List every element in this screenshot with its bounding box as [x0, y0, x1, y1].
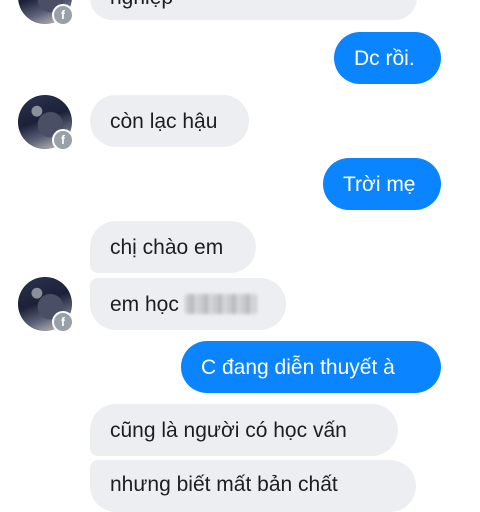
message-text: chị chào em — [110, 235, 224, 259]
message-text: Trời mẹ — [343, 172, 416, 196]
incoming-message-bubble[interactable]: nghiệp — [90, 0, 417, 20]
message-text: còn lạc hậu — [110, 109, 218, 133]
facebook-badge-icon: f — [52, 129, 74, 151]
message-text: nhưng biết mất bản chất — [110, 473, 338, 496]
incoming-message-bubble[interactable]: cũng là người có học vấn — [90, 404, 398, 456]
incoming-message-bubble[interactable]: nhưng biết mất bản chất — [90, 460, 416, 512]
outgoing-message-bubble[interactable]: Dc rồi. — [334, 32, 441, 84]
sender-avatar[interactable]: f — [18, 277, 74, 333]
incoming-message-bubble[interactable]: còn lạc hậu — [90, 95, 249, 147]
message-thread: f nghiệp Dc rồi. f còn lạc hậu Trời mẹ c… — [0, 0, 480, 512]
outgoing-message-bubble[interactable]: C đang diễn thuyết à — [181, 341, 441, 393]
sender-avatar[interactable]: f — [18, 0, 74, 26]
facebook-badge-icon: f — [52, 311, 74, 333]
outgoing-message-bubble[interactable]: Trời mẹ — [323, 158, 441, 210]
redacted-text — [184, 294, 257, 314]
message-text: Dc rồi. — [354, 46, 415, 70]
facebook-badge-icon: f — [52, 4, 74, 26]
incoming-message-bubble[interactable]: em học — [90, 278, 286, 330]
sender-avatar[interactable]: f — [18, 95, 74, 151]
message-text: C đang diễn thuyết à — [201, 355, 395, 379]
message-text: cũng là người có học vấn — [110, 418, 347, 442]
message-text: nghiệp — [110, 0, 173, 8]
incoming-message-bubble[interactable]: chị chào em — [90, 221, 256, 273]
message-text: em học — [110, 292, 179, 316]
